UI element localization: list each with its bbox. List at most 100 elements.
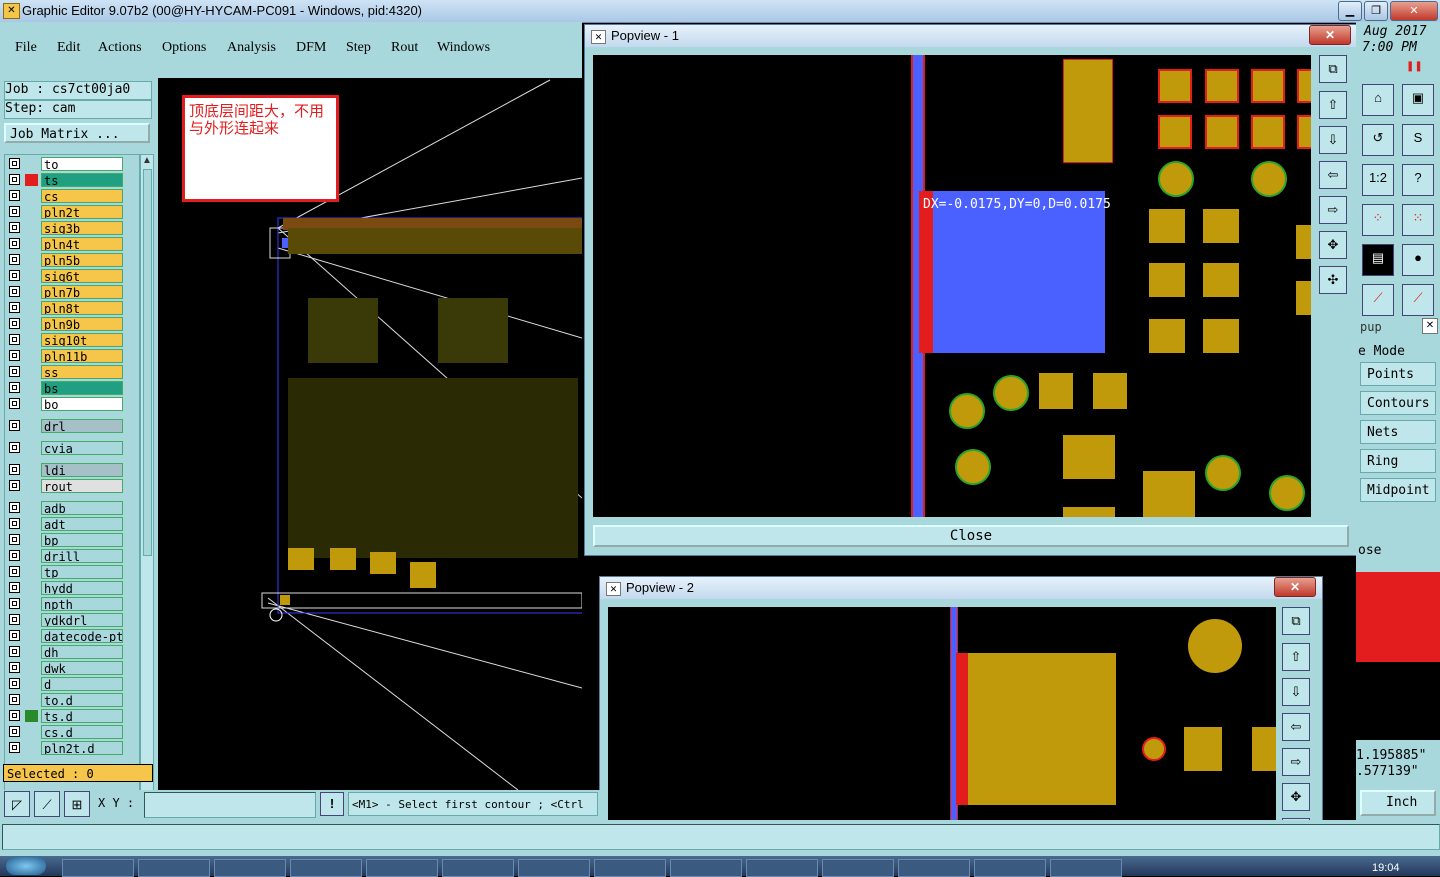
help-icon[interactable]: ? xyxy=(1402,164,1434,196)
units-selector[interactable]: Inch xyxy=(1360,790,1436,816)
layer-name[interactable]: hydd xyxy=(41,581,123,595)
layer-name[interactable]: rout xyxy=(41,479,123,493)
layer-name[interactable]: pln9b xyxy=(41,317,123,331)
taskbar-item[interactable] xyxy=(442,859,514,877)
graphic-canvas[interactable]: 顶底层间距大，不用与外形连起来 xyxy=(158,78,582,790)
layer-name[interactable]: pln2t.d xyxy=(41,741,123,755)
layer-row[interactable]: sig3b xyxy=(9,221,127,236)
layer-checkbox[interactable] xyxy=(9,420,20,431)
layer-checkbox[interactable] xyxy=(9,254,20,265)
layer-row[interactable]: sig10t xyxy=(9,333,127,348)
layer-checkbox[interactable] xyxy=(9,550,20,561)
minimize-button[interactable]: ▁ xyxy=(1338,1,1362,21)
pan-up-icon[interactable]: ⇧ xyxy=(1282,643,1310,671)
layer-row[interactable]: ydkdrl xyxy=(9,613,127,628)
taskbar-item[interactable] xyxy=(138,859,210,877)
popview-1-canvas[interactable]: DX=-0.0175,DY=0,D=0.0175 xyxy=(593,55,1311,517)
pan-right-icon[interactable]: ⇨ xyxy=(1319,196,1347,224)
start-button[interactable] xyxy=(6,857,46,875)
layer-row[interactable]: ss xyxy=(9,365,127,380)
pan-left-icon[interactable]: ⇦ xyxy=(1282,713,1310,741)
pan-down-icon[interactable]: ⇩ xyxy=(1282,678,1310,706)
layer-checkbox[interactable] xyxy=(9,222,20,233)
layer-checkbox[interactable] xyxy=(9,382,20,393)
layer-row[interactable]: datecode-pt xyxy=(9,629,127,644)
layer-name[interactable]: ldi xyxy=(41,463,123,477)
taskbar-item[interactable] xyxy=(290,859,362,877)
layer-name[interactable]: sig6t xyxy=(41,269,123,283)
maximize-button[interactable]: ❐ xyxy=(1364,1,1388,21)
zoom-fit-icon[interactable]: ⧉ xyxy=(1319,55,1347,83)
layer-name[interactable]: dh xyxy=(41,645,123,659)
layer-checkbox[interactable] xyxy=(9,614,20,625)
layer-name[interactable]: pln8t xyxy=(41,301,123,315)
layer-checkbox[interactable] xyxy=(9,286,20,297)
alert-button[interactable]: ! xyxy=(320,792,344,816)
layer-checkbox[interactable] xyxy=(9,464,20,475)
scroll-thumb[interactable] xyxy=(143,169,152,556)
taskbar-item[interactable] xyxy=(594,859,666,877)
layer-name[interactable]: sig10t xyxy=(41,333,123,347)
layer-row[interactable]: cs xyxy=(9,189,127,204)
layer-row[interactable]: cvia xyxy=(9,441,127,456)
layer-name[interactable]: cs xyxy=(41,189,123,203)
job-matrix-button[interactable]: Job Matrix ... xyxy=(4,123,150,143)
layer-row[interactable]: pln2t.d xyxy=(9,741,127,756)
layer-name[interactable]: d xyxy=(41,677,123,691)
zoom-in-icon[interactable]: ✥ xyxy=(1282,783,1310,811)
layer-row[interactable]: ldi xyxy=(9,463,127,478)
layer-checkbox[interactable] xyxy=(9,350,20,361)
menu-dfm[interactable]: DFM xyxy=(296,40,326,56)
layer-checkbox[interactable] xyxy=(9,442,20,453)
menu-analysis[interactable]: Analysis xyxy=(227,40,276,56)
layer-row[interactable]: npth xyxy=(9,597,127,612)
layer-row[interactable]: to xyxy=(9,157,127,172)
popview-1-close-button[interactable]: Close xyxy=(593,525,1349,547)
contours-button[interactable]: Contours xyxy=(1360,391,1436,415)
snap-icon[interactable]: S xyxy=(1402,124,1434,156)
layer-checkbox[interactable] xyxy=(9,710,20,721)
layer-name[interactable]: ts xyxy=(41,173,123,187)
layer-name[interactable]: tp xyxy=(41,565,123,579)
layer-checkbox[interactable] xyxy=(9,694,20,705)
popview-2-canvas[interactable] xyxy=(608,607,1276,849)
layer-checkbox[interactable] xyxy=(9,366,20,377)
layer-checkbox[interactable] xyxy=(9,662,20,673)
layer-name[interactable]: cvia xyxy=(41,441,123,455)
layer-checkbox[interactable] xyxy=(9,598,20,609)
midpoint-button[interactable]: Midpoint xyxy=(1360,478,1436,502)
points-button[interactable]: Points xyxy=(1360,362,1436,386)
layer-checkbox[interactable] xyxy=(9,646,20,657)
layer-name[interactable]: bo xyxy=(41,397,123,411)
taskbar-item[interactable] xyxy=(822,859,894,877)
layer-row[interactable]: pln11b xyxy=(9,349,127,364)
layer-checkbox[interactable] xyxy=(9,582,20,593)
scroll-up-icon[interactable]: ▲ xyxy=(142,155,152,166)
popview-2-close-icon[interactable]: ✕ xyxy=(1274,577,1316,597)
layer-checkbox[interactable] xyxy=(9,480,20,491)
taskbar-clock[interactable]: 19:04 xyxy=(1372,862,1400,874)
layer-row[interactable]: pln4t xyxy=(9,237,127,252)
menu-rout[interactable]: Rout xyxy=(391,40,418,56)
layer-name[interactable]: npth xyxy=(41,597,123,611)
layer-name[interactable]: datecode-pt xyxy=(41,629,123,643)
layer-row[interactable]: d xyxy=(9,677,127,692)
pan-right-icon[interactable]: ⇨ xyxy=(1282,748,1310,776)
select-tool-icon[interactable]: ◸ xyxy=(4,791,30,817)
menu-file[interactable]: File xyxy=(15,40,37,56)
layer-row[interactable]: tp xyxy=(9,565,127,580)
layer-name[interactable]: pln7b xyxy=(41,285,123,299)
ruler-icon[interactable]: ▤ xyxy=(1362,244,1394,276)
layer-scrollbar[interactable]: ▲ ▼ xyxy=(140,154,154,838)
taskbar-item[interactable] xyxy=(214,859,286,877)
layer-row[interactable]: adb xyxy=(9,501,127,516)
layer-checkbox[interactable] xyxy=(9,238,20,249)
panel-close-label[interactable]: ose xyxy=(1358,543,1381,558)
taskbar-item[interactable] xyxy=(518,859,590,877)
layer-name[interactable]: drl xyxy=(41,419,123,433)
layer-checkbox[interactable] xyxy=(9,534,20,545)
xy-input[interactable] xyxy=(144,792,316,818)
layer-row[interactable]: pln5b xyxy=(9,253,127,268)
layer-checkbox[interactable] xyxy=(9,334,20,345)
layer-checkbox[interactable] xyxy=(9,302,20,313)
